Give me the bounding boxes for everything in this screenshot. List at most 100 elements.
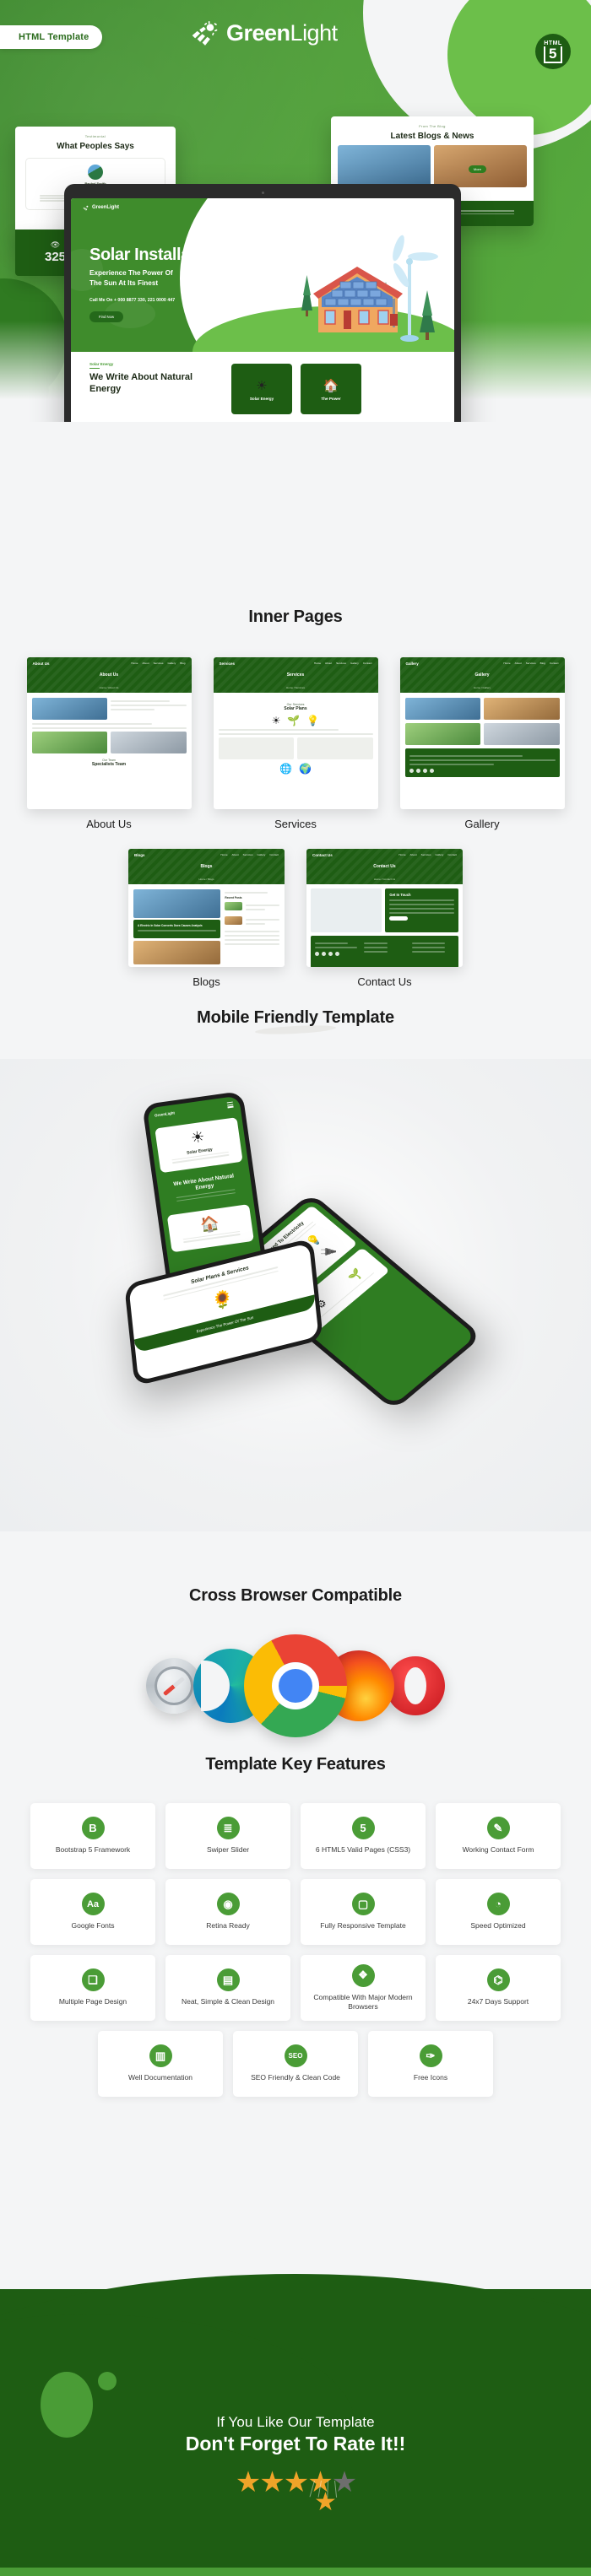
- feature-label: Swiper Slider: [206, 1845, 250, 1855]
- thumb-breadcrumb: Services Home / Services: [214, 672, 378, 693]
- thumb-nav-item: Contact: [447, 853, 457, 856]
- nav-item-about[interactable]: About: [347, 206, 356, 210]
- page-item-blogs[interactable]: Blogs Home About Services Gallery Contac…: [128, 849, 285, 988]
- feature-card-google-fonts[interactable]: Aa Google Fonts: [30, 1879, 155, 1945]
- breadcrumb-path: Home / Gallery: [473, 686, 491, 689]
- feature-label: 6 HTML5 Valid Pages (CSS3): [315, 1845, 411, 1855]
- blog-more-pill: More: [468, 165, 486, 173]
- nav-item-blog[interactable]: Blog: [409, 206, 415, 210]
- contact-form: Get In Touch: [385, 888, 458, 932]
- social-icon[interactable]: [322, 952, 326, 956]
- footer-content: If You Like Our Template Don't Forget To…: [0, 2414, 591, 2516]
- text-line: [409, 764, 494, 765]
- star-filled[interactable]: ★: [284, 2466, 310, 2498]
- star-filled[interactable]: ★: [236, 2466, 262, 2498]
- feature-card-free-icons[interactable]: ✑ Free Icons: [368, 2031, 493, 2097]
- hamburger-menu-icon[interactable]: [226, 1101, 234, 1109]
- page-item-services[interactable]: Services Home About Services Gallery Con…: [213, 657, 378, 830]
- site-logo[interactable]: GreenLight: [83, 205, 119, 211]
- icon-glyph: ◔: [495, 1898, 502, 1911]
- social-icon[interactable]: [429, 769, 434, 773]
- nav-item-home[interactable]: Home: [328, 206, 337, 210]
- feature-card-seo[interactable]: SEO SEO Friendly & Clean Code: [233, 2031, 358, 2097]
- thumb-nav-item: Home: [220, 853, 228, 856]
- social-icon[interactable]: [315, 952, 319, 956]
- multiple-pages-icon: ❑: [81, 1968, 105, 1992]
- feature-card-retina[interactable]: ◉ Retina Ready: [165, 1879, 290, 1945]
- feature-card-browsers[interactable]: ❖ Compatible With Major Modern Browsers: [301, 1955, 426, 2021]
- hero-title: Solar Installations: [89, 246, 229, 264]
- breadcrumb-title: Contact Us: [373, 864, 396, 869]
- feature-card-html5-pages[interactable]: 5 6 HTML5 Valid Pages (CSS3): [301, 1803, 426, 1869]
- text-line: [111, 700, 170, 702]
- feature-card-clean-design[interactable]: ▤ Neat, Simple & Clean Design: [165, 1955, 290, 2021]
- lower-card[interactable]: ☀ Solar Energy: [231, 364, 292, 414]
- feature-card-support[interactable]: ⌬ 24x7 Days Support: [436, 1955, 561, 2021]
- social-icon[interactable]: [328, 952, 333, 956]
- text-line: [138, 930, 217, 932]
- google-fonts-icon: Aa: [81, 1893, 105, 1916]
- star-filled[interactable]: ★: [259, 2466, 285, 2498]
- feature-card-swiper[interactable]: ≣ Swiper Slider: [165, 1803, 290, 1869]
- hero-cta-button[interactable]: Find Now: [89, 311, 124, 322]
- thumb-breadcrumb: Contact Us Home / Contact Us: [306, 864, 463, 884]
- social-icon[interactable]: [422, 769, 427, 773]
- features-section: Template Key Features B Bootstrap 5 Fram…: [0, 1755, 591, 2097]
- blog-image: [133, 941, 221, 964]
- section-title: Solar Plans: [284, 706, 307, 711]
- text-line: [409, 759, 556, 761]
- feature-label: Well Documentation: [128, 2073, 192, 2082]
- thumb-nav-item: Contact: [549, 662, 559, 665]
- breadcrumb-path: Home / Blogs: [198, 878, 214, 881]
- thumb-header: Blogs Home About Services Gallery Contac…: [128, 849, 285, 884]
- blog-title: Latest Blogs & News: [390, 132, 474, 141]
- page-item-contact[interactable]: Contact Us Home About Services Gallery C…: [306, 849, 463, 988]
- feature-card-responsive[interactable]: ▢ Fully Responsive Template: [301, 1879, 426, 1945]
- nav-item-gallery[interactable]: Gallery: [388, 206, 399, 210]
- form-field[interactable]: [389, 904, 454, 905]
- social-icon[interactable]: [415, 769, 420, 773]
- page-item-gallery[interactable]: Gallery Home About Services Blog Contact…: [399, 657, 565, 830]
- responsive-devices-icon: ▢: [351, 1893, 375, 1916]
- section-title: Specialists Team: [91, 762, 127, 767]
- feature-card-multiple-pages[interactable]: ❑ Multiple Page Design: [30, 1955, 155, 2021]
- nav-item-contact[interactable]: Contact Us: [425, 206, 442, 210]
- feature-card-bootstrap[interactable]: B Bootstrap 5 Framework: [30, 1803, 155, 1869]
- feature-label: SEO Friendly & Clean Code: [251, 2073, 340, 2082]
- content-block: [297, 737, 373, 759]
- feature-card-speed[interactable]: ◔ Speed Optimized: [436, 1879, 561, 1945]
- form-field[interactable]: [389, 912, 454, 914]
- nav-item-services[interactable]: Services: [366, 206, 379, 210]
- gallery-image: [484, 723, 560, 745]
- earth-icon: 🌍: [299, 763, 312, 775]
- form-submit-button[interactable]: [389, 916, 409, 921]
- thumb-nav-item: Gallery: [435, 853, 444, 856]
- rating-stars[interactable]: ★★★★★ ★: [0, 2465, 591, 2516]
- feature-label: Compatible With Major Modern Browsers: [313, 1992, 413, 2011]
- icon-glyph: ▤: [222, 1973, 234, 1986]
- safari-needle: [162, 1676, 186, 1696]
- feature-card-contact-form[interactable]: ✎ Working Contact Form: [436, 1803, 561, 1869]
- laptop-screen: GreenLight Home About Services Gallery B…: [71, 198, 454, 422]
- lower-card[interactable]: 🏠 The Power: [301, 364, 361, 414]
- thumb-nav: Home About Services Gallery Blog: [131, 662, 185, 665]
- page-thumbnail: Services Home About Services Gallery Con…: [213, 657, 378, 809]
- thumb-nav-item: About: [409, 853, 417, 856]
- social-icon[interactable]: [335, 952, 339, 956]
- form-field[interactable]: [389, 908, 454, 910]
- text-line: [363, 947, 388, 948]
- footer-line-2: Don't Forget To Rate It!!: [185, 2433, 406, 2454]
- icon-glyph: ▥: [155, 2049, 166, 2062]
- solar-home-icon: 🏠: [323, 378, 339, 393]
- page-item-about[interactable]: About Us Home About Services Gallery Blo…: [26, 657, 192, 830]
- lower-card-label: The Power: [321, 396, 341, 401]
- text-line: [111, 705, 187, 706]
- thumb-nav-item: Blog: [180, 662, 186, 665]
- globe-icon-row: 🌐 🌍: [219, 763, 373, 775]
- feature-card-documentation[interactable]: ▥ Well Documentation: [98, 2031, 223, 2097]
- thumb-nav-item: Home: [313, 662, 322, 665]
- phone-feature-card: 🏠: [166, 1204, 254, 1253]
- social-icon[interactable]: [409, 769, 414, 773]
- page-header: HTML Template GreenLight HTML 5 Testimon…: [0, 0, 591, 422]
- feature-label: Working Contact Form: [462, 1845, 534, 1855]
